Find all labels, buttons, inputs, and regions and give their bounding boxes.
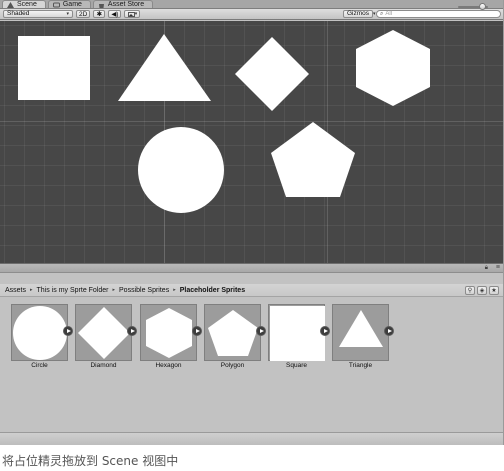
hexagon-sprite-icon (146, 308, 192, 358)
breadcrumb: Assets ▸ This is my Sprte Folder ▸ Possi… (0, 284, 503, 297)
breadcrumb-item[interactable]: This is my Sprte Folder (37, 287, 109, 294)
panel-menu-icon[interactable]: ≡ (496, 264, 500, 271)
tab-asset-store[interactable]: Asset Store (92, 0, 154, 8)
favorites-button[interactable]: ★ (489, 286, 499, 295)
scene-view[interactable] (0, 21, 503, 263)
square-sprite-icon (270, 306, 325, 361)
slider-handle[interactable] (478, 3, 486, 10)
asset-name: Square (286, 362, 307, 369)
shading-mode-value: Shaded (7, 10, 30, 17)
unity-editor-window: Scene Game Asset Store Shaded ▾ 2D ✱ ◀) … (0, 0, 504, 445)
tab-scene[interactable]: Scene (2, 0, 46, 8)
scene-sprite-diamond[interactable] (235, 37, 309, 111)
audio-toggle[interactable]: ◀) (108, 10, 122, 18)
asset-thumbnail[interactable] (332, 304, 389, 361)
chevron-right-icon: ▸ (173, 287, 176, 293)
search-by-type-button[interactable]: ⚲ (465, 286, 475, 295)
play-icon[interactable] (192, 326, 202, 336)
asset-name: Triangle (348, 362, 373, 369)
asset-item[interactable]: Diamond (75, 304, 137, 374)
asset-thumbnail[interactable] (268, 304, 325, 361)
game-icon (52, 2, 60, 7)
effects-dropdown[interactable]: ▾ (124, 10, 141, 18)
asset-thumbnail[interactable] (140, 304, 197, 361)
asset-thumbnail[interactable] (204, 304, 261, 361)
scene-toolbar: Shaded ▾ 2D ✱ ◀) ▾ Gizmos ▾ ⌕ All (0, 9, 503, 20)
tab-label: Game (62, 0, 82, 8)
play-icon[interactable] (256, 326, 266, 336)
filter-icon: ⚲ (467, 288, 473, 294)
project-bottom-bar (0, 432, 503, 445)
asset-item[interactable]: Hexagon (140, 304, 202, 374)
triangle-sprite-icon (339, 310, 383, 347)
tab-label: Scene (17, 0, 37, 8)
play-icon[interactable] (384, 326, 394, 336)
speaker-icon: ◀) (111, 11, 119, 18)
play-icon[interactable] (63, 326, 73, 336)
chevron-down-icon: ▾ (134, 11, 138, 17)
scene-search-input[interactable]: ⌕ All (376, 10, 501, 18)
tab-label: Asset Store (107, 0, 145, 8)
scene-sprite-triangle[interactable] (118, 34, 211, 101)
search-placeholder: All (385, 11, 393, 17)
lock-icon[interactable]: 🔒︎ (485, 265, 488, 272)
chevron-right-icon: ▸ (112, 287, 116, 293)
scene-canvas (18, 30, 430, 213)
asset-name: Circle (31, 362, 48, 369)
panel-splitter[interactable]: 🔒︎ ≡ (0, 263, 503, 273)
chevron-down-icon: ▾ (66, 11, 69, 17)
sun-icon: ✱ (96, 11, 103, 18)
diamond-sprite-icon (78, 307, 130, 359)
shading-mode-dropdown[interactable]: Shaded ▾ (3, 10, 73, 18)
asset-thumbnail[interactable] (75, 304, 132, 361)
gizmos-dropdown[interactable]: Gizmos ▾ (343, 10, 376, 18)
asset-thumbnail[interactable] (11, 304, 68, 361)
asset-item[interactable]: Circle (11, 304, 73, 374)
tag-icon: ◈ (479, 288, 485, 294)
circle-sprite-icon (13, 306, 67, 360)
render-mode-toggle[interactable]: 2D (76, 10, 91, 18)
asset-item[interactable]: Triangle (332, 304, 394, 374)
scene-sprite-pentagon[interactable] (271, 122, 355, 197)
project-browser-tools: ⚲ ◈ ★ (465, 286, 499, 295)
gizmos-label: Gizmos (347, 10, 370, 17)
search-by-label-button[interactable]: ◈ (477, 286, 487, 295)
scene-sprite-square[interactable] (18, 36, 90, 100)
tab-game[interactable]: Game (47, 0, 91, 8)
breadcrumb-item[interactable]: Possible Sprites (119, 287, 169, 294)
asset-grid: Circle Diamond Hexagon Polygon Square Tr… (0, 298, 503, 432)
star-icon: ★ (491, 288, 497, 294)
play-icon[interactable] (320, 326, 330, 336)
asset-item[interactable]: Square (268, 304, 330, 374)
scene-icon (7, 1, 14, 8)
render-mode-label: 2D (79, 10, 88, 18)
lighting-toggle[interactable]: ✱ (93, 10, 106, 18)
store-icon (98, 3, 104, 8)
asset-name: Hexagon (155, 362, 182, 369)
breadcrumb-item-current[interactable]: Placeholder Sprites (180, 287, 245, 294)
figure-caption: 将占位精灵拖放到 Scene 视图中 (2, 454, 179, 468)
pentagon-sprite-icon (208, 310, 258, 356)
play-icon[interactable] (127, 326, 137, 336)
breadcrumb-item[interactable]: Assets (5, 287, 26, 294)
tab-bar: Scene Game Asset Store (0, 0, 503, 9)
image-icon (127, 11, 135, 17)
asset-name: Diamond (90, 362, 117, 369)
scene-sprite-circle[interactable] (138, 127, 224, 213)
scene-sprite-hexagon[interactable] (356, 30, 430, 106)
chevron-right-icon: ▸ (30, 287, 33, 293)
asset-name: Polygon (220, 362, 245, 369)
asset-item[interactable]: Polygon (204, 304, 266, 374)
search-icon: ⌕ (380, 10, 384, 17)
